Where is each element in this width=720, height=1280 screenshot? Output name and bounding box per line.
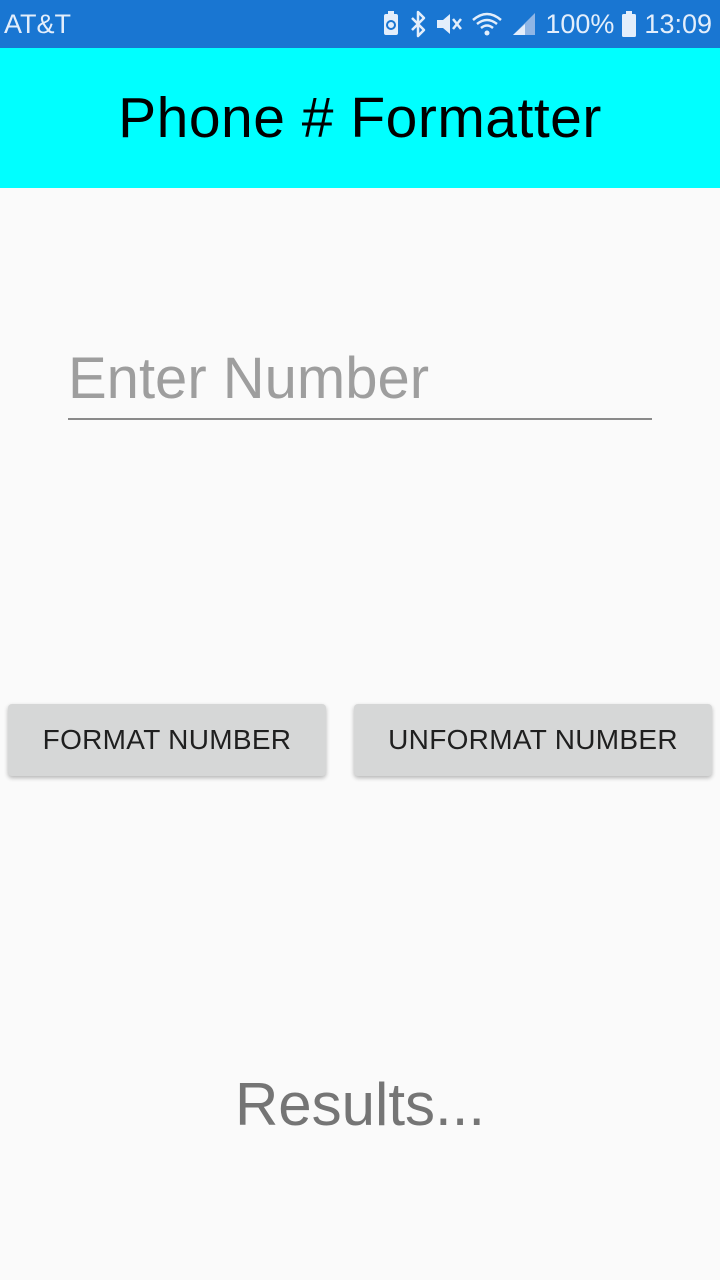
battery-percent: 100%: [545, 9, 615, 39]
format-number-button[interactable]: FORMAT NUMBER: [8, 704, 326, 776]
battery-icon: [622, 11, 637, 37]
carrier-label: AT&T: [4, 9, 71, 39]
data-saver-icon: [381, 11, 401, 37]
number-input[interactable]: [68, 338, 652, 420]
number-input-container: [68, 338, 652, 422]
bluetooth-icon: [409, 10, 427, 38]
signal-icon: [511, 11, 537, 37]
app-title: Phone # Formatter: [118, 86, 602, 150]
wifi-icon: [471, 11, 503, 37]
results-text: Results...: [234, 1071, 486, 1138]
unformat-number-button[interactable]: UNFORMAT NUMBER: [354, 704, 712, 776]
status-bar: AT&T 100% 13:09: [0, 0, 720, 48]
app-bar: Phone # Formatter: [0, 48, 720, 188]
mute-icon: [435, 11, 463, 37]
status-icons: 100% 13:09: [381, 0, 712, 48]
clock: 13:09: [644, 9, 712, 39]
